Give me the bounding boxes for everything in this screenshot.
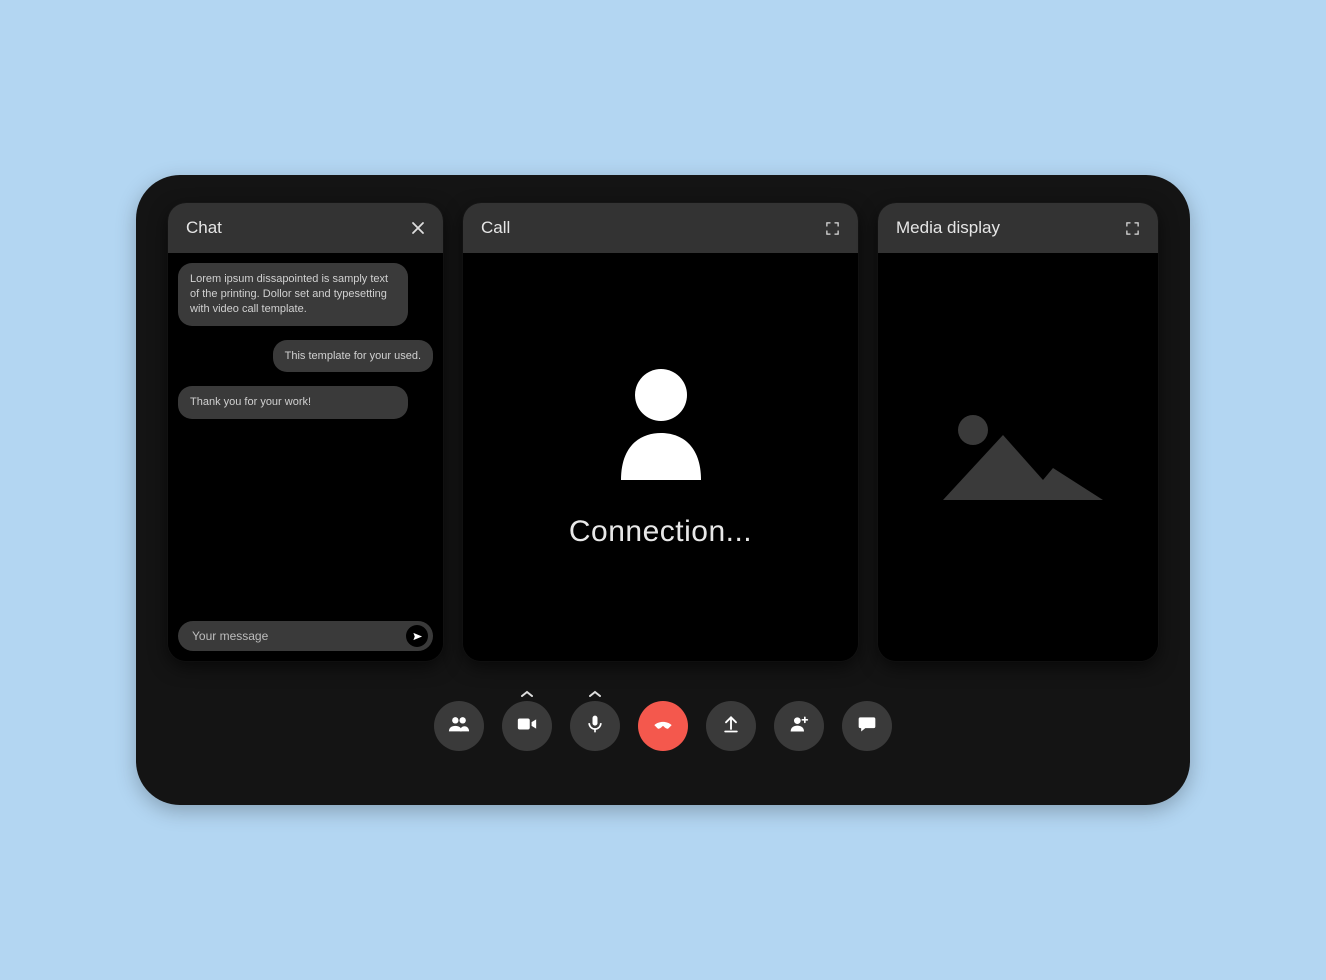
upload-icon (721, 714, 741, 739)
participants-button-wrap (434, 701, 484, 751)
share-button[interactable] (706, 701, 756, 751)
media-panel: Media display (878, 203, 1158, 661)
call-status: Connection... (569, 515, 752, 549)
chat-icon (857, 714, 877, 739)
call-body: Connection... (463, 253, 858, 661)
chat-message: This template for your used. (273, 340, 433, 373)
add-user-button[interactable] (774, 701, 824, 751)
chat-input[interactable] (192, 629, 406, 643)
media-body (878, 253, 1158, 661)
fullscreen-icon[interactable] (1125, 221, 1140, 236)
people-icon (448, 713, 470, 740)
fullscreen-icon[interactable] (825, 221, 840, 236)
microphone-button[interactable] (570, 701, 620, 751)
add-user-button-wrap (774, 701, 824, 751)
send-button[interactable] (406, 625, 428, 647)
chat-body: Lorem ipsum dissapointed is samply text … (168, 253, 443, 661)
call-panel: Call Connection... (463, 203, 858, 661)
avatar-icon (611, 365, 711, 485)
phone-icon (650, 711, 676, 742)
participants-button[interactable] (434, 701, 484, 751)
camera-button[interactable] (502, 701, 552, 751)
device-frame: Chat Lorem ipsum dissapointed is samply … (136, 175, 1190, 805)
hangup-button-wrap (638, 701, 688, 751)
chat-panel: Chat Lorem ipsum dissapointed is samply … (168, 203, 443, 661)
hangup-button[interactable] (638, 701, 688, 751)
chat-header: Chat (168, 203, 443, 253)
image-placeholder-icon (933, 400, 1103, 515)
call-title: Call (481, 218, 510, 238)
chat-message: Thank you for your work! (178, 386, 408, 419)
panels-row: Chat Lorem ipsum dissapointed is samply … (168, 203, 1158, 661)
close-icon[interactable] (411, 221, 425, 235)
chat-button-wrap (842, 701, 892, 751)
chat-input-row (178, 621, 433, 651)
call-header: Call (463, 203, 858, 253)
microphone-button-wrap (570, 701, 620, 751)
chat-messages: Lorem ipsum dissapointed is samply text … (168, 253, 443, 611)
chat-title: Chat (186, 218, 222, 238)
call-toolbar (168, 661, 1158, 781)
chat-button[interactable] (842, 701, 892, 751)
media-header: Media display (878, 203, 1158, 253)
media-title: Media display (896, 218, 1000, 238)
adduser-icon (789, 714, 809, 739)
share-button-wrap (706, 701, 756, 751)
chat-message: Lorem ipsum dissapointed is samply text … (178, 263, 408, 326)
chevron-up-icon[interactable] (589, 687, 601, 701)
camera-button-wrap (502, 701, 552, 751)
mic-icon (585, 714, 605, 739)
chevron-up-icon[interactable] (521, 687, 533, 701)
video-icon (516, 713, 538, 740)
